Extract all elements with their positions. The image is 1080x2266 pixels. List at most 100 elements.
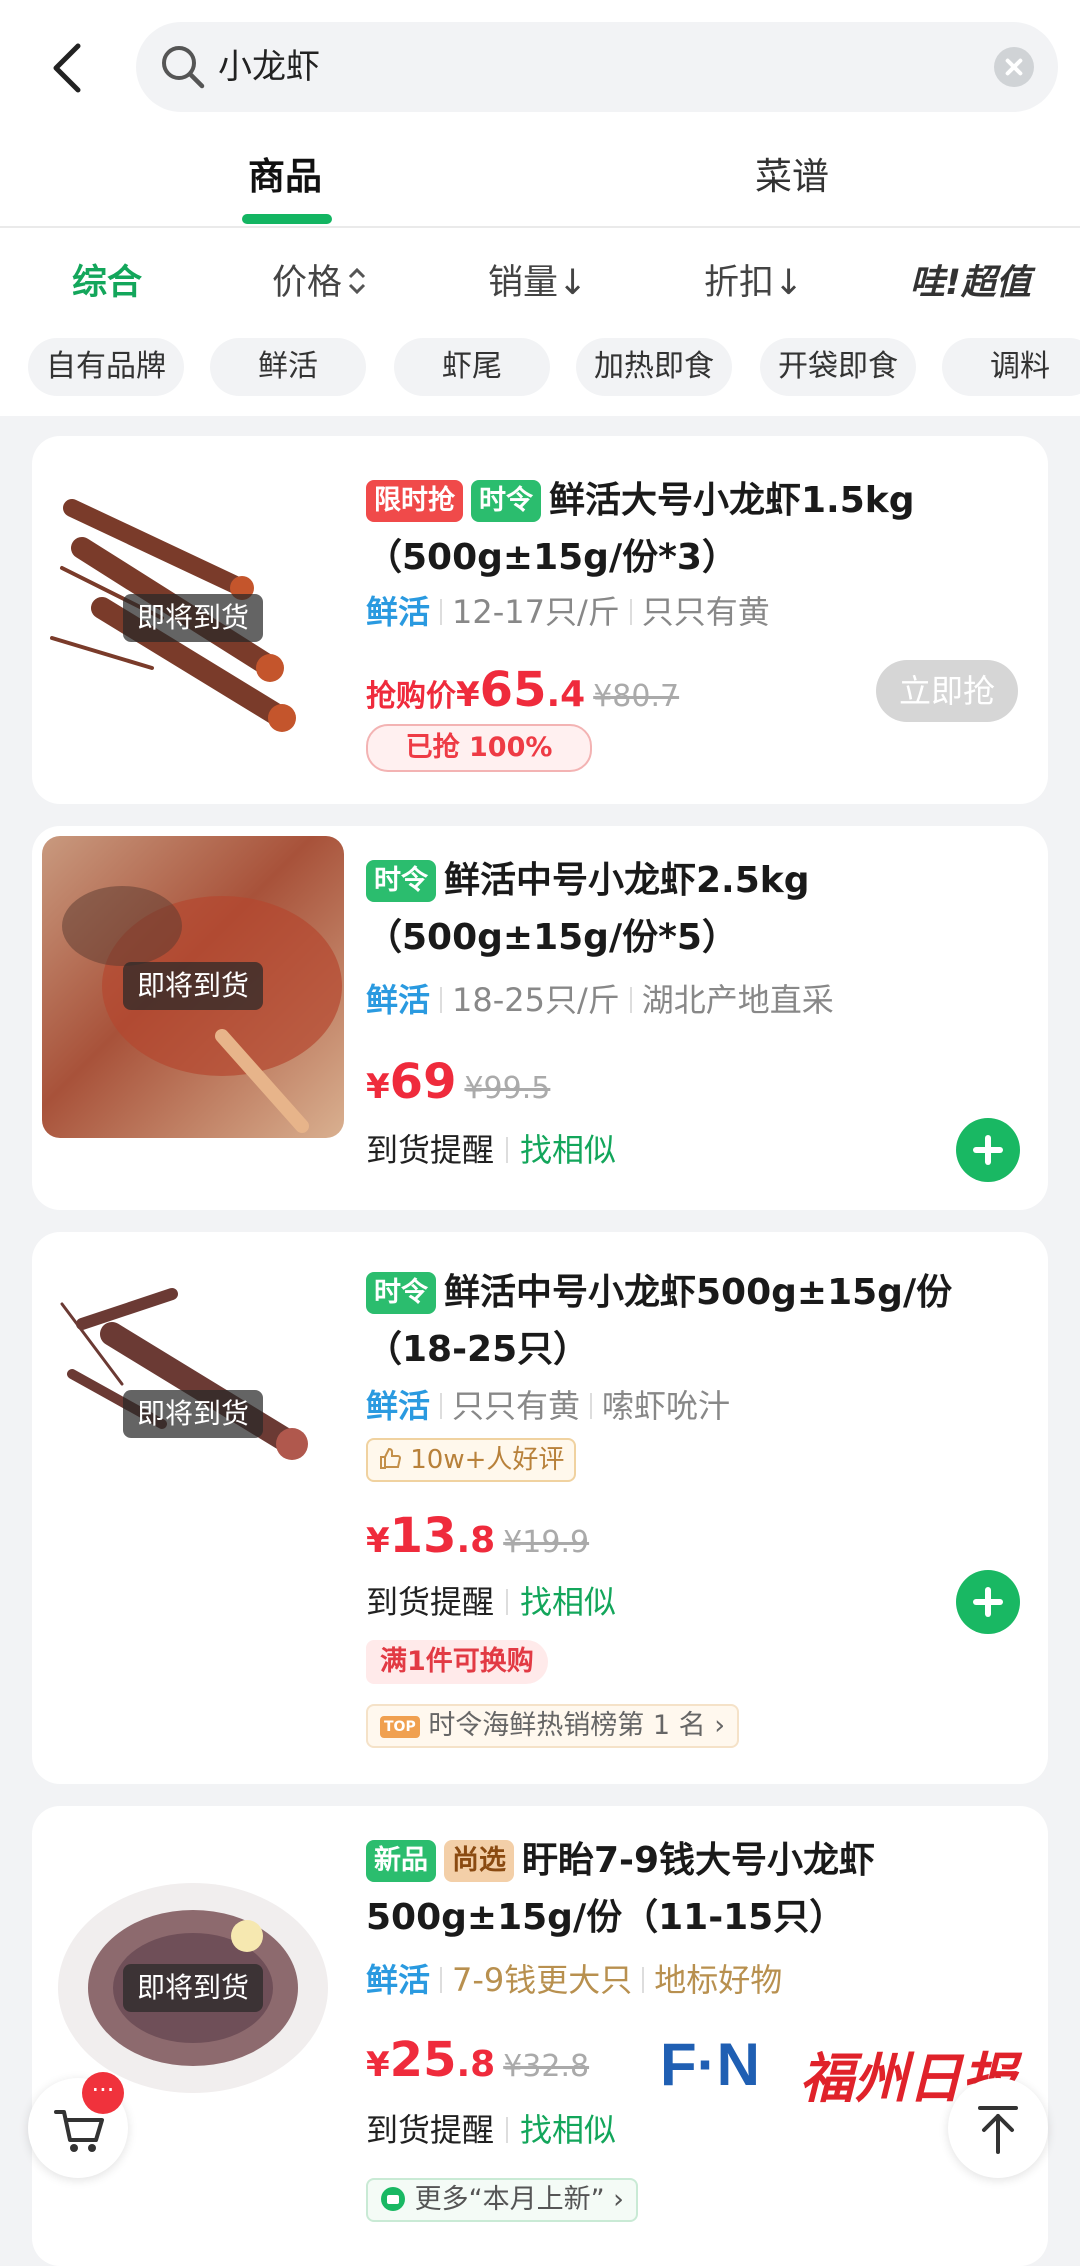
seasonal-badge: 时令	[366, 1272, 436, 1314]
thumbs-up-icon	[380, 1447, 402, 1469]
chip-fresh[interactable]: 鲜活	[210, 338, 366, 396]
price-int: 25	[389, 2032, 457, 2088]
arrow-up-icon	[978, 2106, 1018, 2154]
find-similar-link[interactable]: 找相似	[520, 1131, 616, 1169]
product-title[interactable]: 时令 鲜活中号小龙虾2.5kg （500g±15g/份*5）	[366, 852, 1026, 966]
title-line2: （500g±15g/份*3）	[366, 537, 738, 578]
original-price: ¥80.7	[593, 679, 680, 714]
title-line1: 鲜活大号小龙虾1.5kg	[549, 480, 915, 521]
coming-soon-label: 即将到货	[123, 1964, 263, 2012]
product-image[interactable]: 即将到货	[42, 836, 344, 1138]
product-attrs: 鲜活 7-9钱更大只 地标好物	[366, 1958, 782, 2002]
attr-fresh: 鲜活	[366, 593, 431, 631]
tab-recipes[interactable]: 菜谱	[755, 152, 829, 202]
sort-discount[interactable]: 折扣↓	[704, 258, 803, 308]
more-new-text: 更多“本月上新”	[414, 2184, 605, 2215]
attr-fresh: 鲜活	[366, 981, 431, 1019]
sort-super-value[interactable]: 哇!超值	[910, 258, 1031, 308]
attr-2: 地标好物	[654, 1961, 783, 1999]
remind-row: 到货提醒 找相似	[366, 1128, 616, 1172]
chevron-right-icon: ›	[714, 1710, 726, 1741]
price: ¥69 ¥99.5	[366, 1054, 550, 1110]
price-symbol: ¥	[366, 1521, 390, 1561]
arrival-reminder-link[interactable]: 到货提醒	[366, 2111, 494, 2149]
product-card[interactable]: 即将到货 时令 鲜活中号小龙虾500g±15g/份 （18-25只） 鲜活 只只有黄嗦…	[32, 1232, 1048, 1784]
arrival-reminder-link[interactable]: 到货提醒	[366, 1583, 494, 1621]
chip-seasoning[interactable]: 调料	[942, 338, 1080, 396]
title-line1: 鲜活中号小龙虾2.5kg	[444, 860, 810, 901]
watermark-logo-text: F·N	[660, 2031, 760, 2098]
price-dec: .8	[456, 1520, 496, 1561]
selected-badge: 尚选	[444, 1840, 514, 1882]
top-rank-icon: TOP	[380, 1716, 420, 1738]
price: ¥25.8 ¥32.8	[366, 2032, 589, 2088]
coming-soon-label: 即将到货	[123, 962, 263, 1010]
product-card[interactable]: 即将到货 时令 鲜活中号小龙虾2.5kg （500g±15g/份*5） 鲜活 18-2…	[32, 826, 1048, 1210]
active-tab-indicator	[242, 214, 332, 224]
new-badge: 新品	[366, 1840, 436, 1882]
product-title[interactable]: 时令 鲜活中号小龙虾500g±15g/份 （18-25只）	[366, 1264, 1026, 1378]
product-image[interactable]: 即将到货	[42, 1264, 344, 1566]
chip-ready-eat[interactable]: 开袋即食	[760, 338, 916, 396]
price-symbol: ¥	[366, 1067, 390, 1107]
attr-1: 18-25只/斤	[452, 981, 620, 1019]
sort-sales[interactable]: 销量↓	[488, 258, 587, 308]
attr-2: 嗦虾吮汁	[602, 1387, 731, 1425]
flash-sale-badge: 限时抢	[366, 480, 463, 522]
product-attrs: 鲜活 只只有黄 嗦虾吮汁	[366, 1384, 730, 1428]
price-int: 65	[479, 662, 547, 718]
product-title[interactable]: 限时抢 时令 鲜活大号小龙虾1.5kg （500g±15g/份*3）	[366, 472, 1026, 586]
chevron-right-icon: ›	[613, 2184, 624, 2215]
sold-progress-label: 已抢 100%	[405, 732, 553, 763]
find-similar-link[interactable]: 找相似	[520, 1583, 616, 1621]
title-line2: （18-25只）	[366, 1329, 590, 1370]
top-bar: 小龙虾 商品 菜谱 综合 价格 销量↓ 折扣↓ 哇!超值 自有品牌 鲜活 虾尾 …	[0, 0, 1080, 416]
back-arrow-icon[interactable]	[48, 40, 88, 96]
search-icon	[162, 46, 205, 89]
sold-progress-pill: 已抢 100%	[366, 724, 592, 772]
product-title[interactable]: 新品 尚选 盱眙7-9钱大号小龙虾 500g±15g/份（11-15只）	[366, 1832, 1026, 1946]
add-to-cart-button[interactable]	[956, 1570, 1020, 1634]
rank-tag[interactable]: TOP 时令海鲜热销榜第 1 名 ›	[366, 1704, 740, 1748]
sort-price-label: 价格	[272, 263, 343, 303]
title-line1: 鲜活中号小龙虾500g±15g/份	[444, 1272, 953, 1313]
arrival-reminder-link[interactable]: 到货提醒	[366, 1131, 494, 1169]
coming-soon-label: 即将到货	[123, 1390, 263, 1438]
add-to-cart-button[interactable]	[956, 1118, 1020, 1182]
price-int: 13	[389, 1508, 457, 1564]
rank-text: 时令海鲜热销榜第 1 名	[428, 1710, 706, 1741]
cart-button[interactable]: ···	[28, 2072, 128, 2178]
find-similar-link[interactable]: 找相似	[520, 2111, 616, 2149]
title-line1: 盱眙7-9钱大号小龙虾	[522, 1840, 876, 1881]
attr-fresh: 鲜活	[366, 1387, 431, 1425]
seasonal-badge: 时令	[366, 860, 436, 902]
chip-own-brand[interactable]: 自有品牌	[28, 338, 184, 396]
cart-badge: ···	[82, 2072, 124, 2114]
price-dec: .8	[456, 2044, 496, 2085]
more-new-link[interactable]: 更多“本月上新” ›	[366, 2178, 638, 2222]
original-price: ¥99.5	[464, 1071, 551, 1106]
seasonal-badge: 时令	[471, 480, 541, 522]
price-symbol: ¥	[366, 2045, 390, 2085]
price-dec: .4	[546, 674, 586, 715]
search-query[interactable]: 小龙虾	[218, 44, 320, 90]
promo-tag: 满1件可换购	[366, 1640, 548, 1684]
tab-products[interactable]: 商品	[248, 152, 322, 202]
back-to-top-button[interactable]	[948, 2078, 1048, 2178]
chip-tail[interactable]: 虾尾	[394, 338, 550, 396]
search-box[interactable]: 小龙虾	[136, 22, 1058, 112]
product-card[interactable]: 即将到货 限时抢 时令 鲜活大号小龙虾1.5kg （500g±15g/份*3） 鲜活 1…	[32, 436, 1048, 804]
product-image[interactable]: 即将到货	[42, 468, 344, 770]
original-price: ¥19.9	[503, 1525, 590, 1560]
price: ¥13.8 ¥19.9	[366, 1508, 589, 1564]
title-line2: （500g±15g/份*5）	[366, 917, 738, 958]
attr-2: 只只有黄	[641, 593, 770, 631]
sort-price[interactable]: 价格	[272, 258, 368, 308]
chip-heat-eat[interactable]: 加热即食	[576, 338, 732, 396]
price-prefix: 抢购价	[366, 679, 456, 714]
buy-now-button[interactable]: 立即抢	[876, 660, 1018, 722]
clear-icon[interactable]	[994, 47, 1034, 87]
sort-comprehensive[interactable]: 综合	[72, 258, 142, 308]
price: 抢购价¥65.4 ¥80.7	[366, 662, 679, 718]
divider	[0, 226, 1080, 228]
